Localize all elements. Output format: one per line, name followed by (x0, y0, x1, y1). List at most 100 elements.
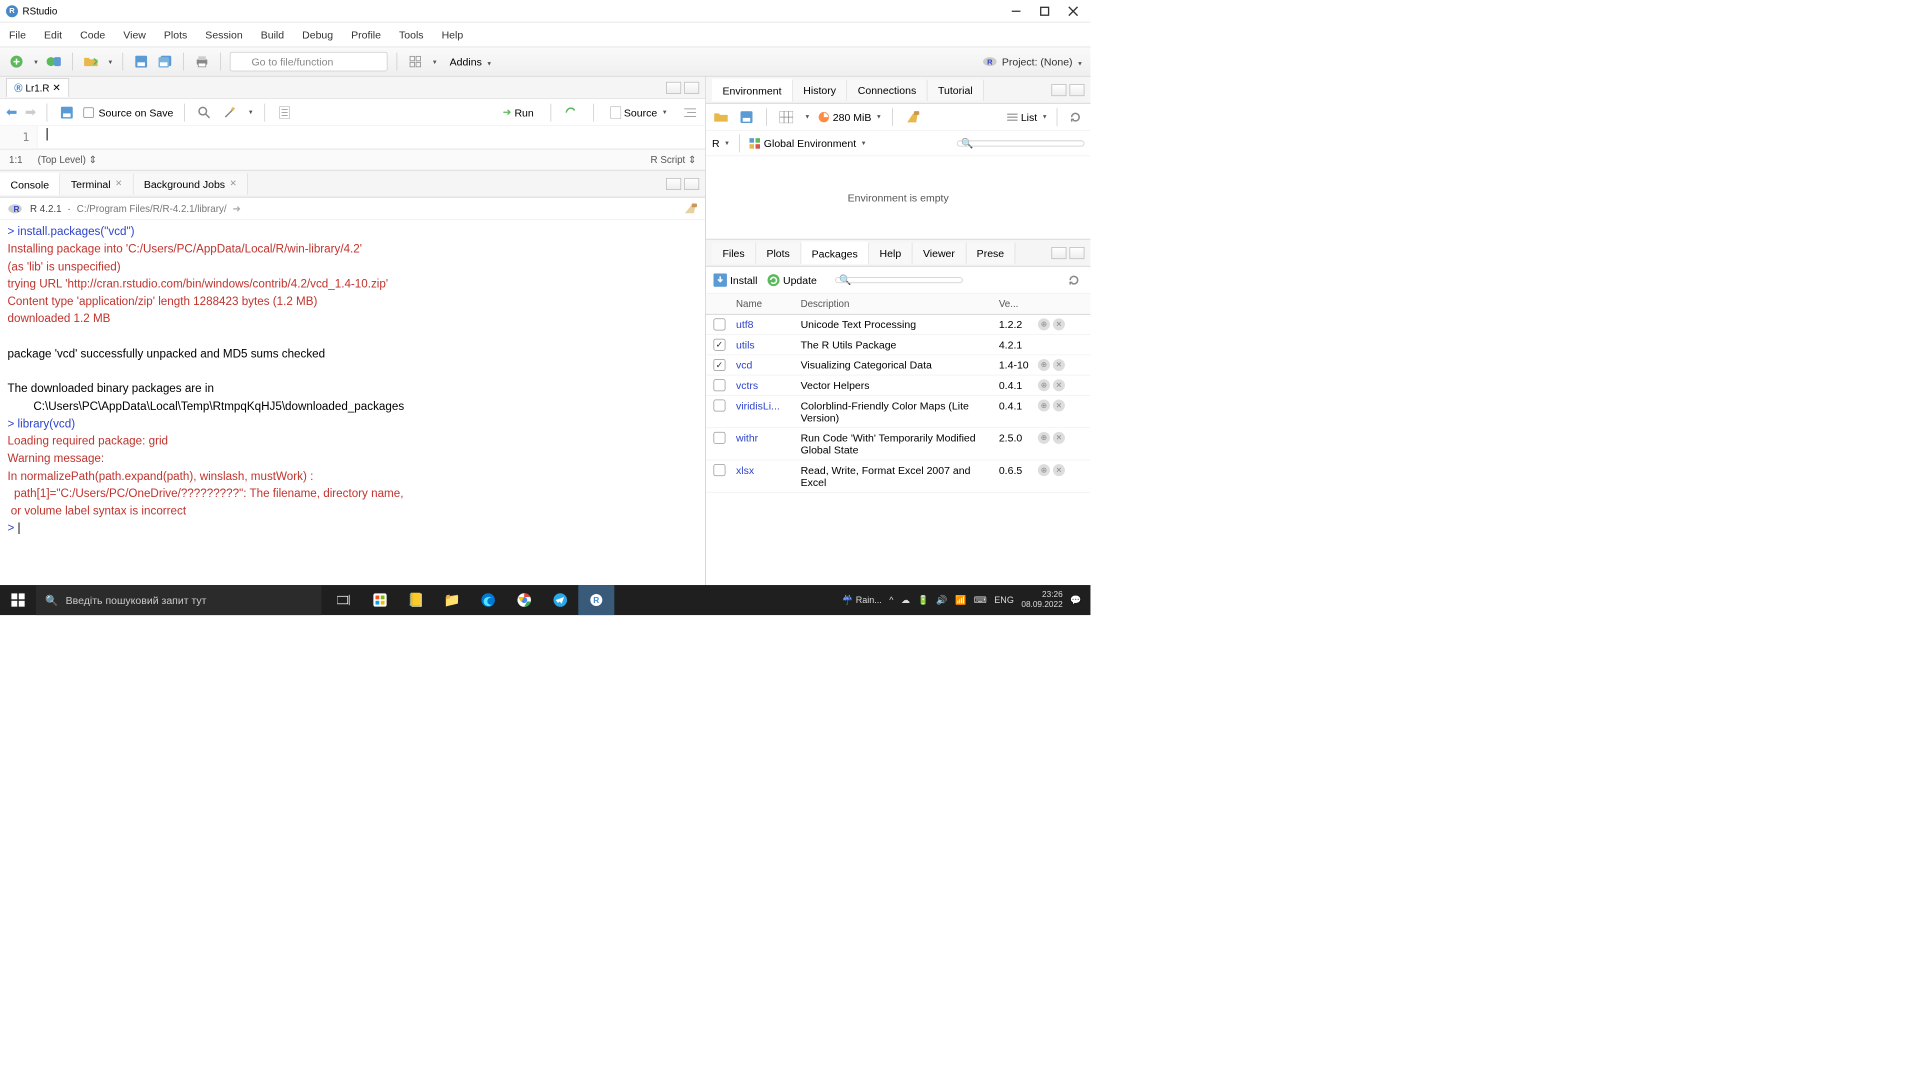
col-header-desc[interactable]: Description (798, 298, 999, 309)
new-project-icon[interactable] (45, 53, 63, 71)
source-on-save-checkbox[interactable]: Source on Save (84, 106, 174, 118)
menu-debug[interactable]: Debug (302, 29, 333, 41)
show-file-icon[interactable] (58, 103, 76, 121)
magic-wand-icon[interactable] (221, 103, 239, 121)
task-view-icon[interactable] (326, 585, 362, 615)
environment-search[interactable]: 🔍 (957, 140, 1085, 146)
tab-connections[interactable]: Connections (847, 79, 927, 100)
package-name-link[interactable]: utf8 (736, 318, 754, 330)
tab-terminal[interactable]: Terminal ✕ (60, 173, 133, 194)
file-explorer-icon[interactable]: 📁 (434, 585, 470, 615)
dropdown-icon[interactable]: ▼ (33, 58, 39, 65)
package-web-icon[interactable]: ⊕ (1038, 464, 1050, 476)
dropdown-icon[interactable]: ▼ (804, 113, 810, 120)
refresh-icon[interactable] (1066, 108, 1084, 126)
maximize-pane-button[interactable] (684, 81, 699, 93)
menu-build[interactable]: Build (261, 29, 284, 41)
language-selector[interactable]: R ▼ (712, 137, 730, 149)
maximize-pane-button[interactable] (1069, 84, 1084, 96)
close-tab-icon[interactable]: ✕ (52, 82, 60, 94)
run-button[interactable]: ➜Run (498, 104, 538, 120)
package-remove-icon[interactable]: ✕ (1053, 359, 1065, 371)
forward-arrow-icon[interactable]: ➡ (25, 104, 36, 120)
start-button[interactable] (0, 593, 36, 607)
minimize-pane-button[interactable] (666, 178, 681, 190)
packages-search[interactable]: 🔍 (835, 277, 963, 283)
package-remove-icon[interactable]: ✕ (1053, 318, 1065, 330)
microsoft-store-icon[interactable] (362, 585, 398, 615)
view-mode-selector[interactable]: List ▼ (1007, 111, 1047, 123)
language-mode[interactable]: R Script ⇕ (651, 154, 697, 166)
code-editor[interactable]: 1 | (0, 126, 705, 149)
outline-icon[interactable] (681, 103, 699, 121)
menu-edit[interactable]: Edit (44, 29, 62, 41)
clock[interactable]: 23:26 08.09.2022 (1021, 590, 1062, 610)
notebook-icon[interactable] (275, 103, 293, 121)
tab-console[interactable]: Console (0, 172, 60, 195)
file-tab[interactable]: Ⓡ Lr1.R ✕ (6, 78, 69, 97)
grid-view-icon[interactable] (406, 53, 424, 71)
edge-icon[interactable] (470, 585, 506, 615)
onedrive-icon[interactable]: ☁ (901, 595, 910, 606)
chevron-up-icon[interactable]: ^ (889, 595, 893, 606)
tab-environment[interactable]: Environment (712, 78, 793, 101)
save-icon[interactable] (132, 53, 150, 71)
save-all-icon[interactable] (156, 53, 174, 71)
package-web-icon[interactable]: ⊕ (1038, 432, 1050, 444)
rerun-icon[interactable] (563, 103, 581, 121)
working-dir[interactable]: C:/Program Files/R/R-4.2.1/library/ (77, 203, 227, 214)
menu-view[interactable]: View (123, 29, 146, 41)
open-folder-icon[interactable] (82, 53, 100, 71)
package-web-icon[interactable]: ⊕ (1038, 359, 1050, 371)
package-checkbox[interactable] (713, 318, 725, 330)
environment-scope[interactable]: Global Environment ▼ (749, 137, 867, 149)
tab-tutorial[interactable]: Tutorial (927, 79, 983, 100)
memory-usage[interactable]: 280 MiB ▼ (818, 111, 882, 123)
package-checkbox[interactable] (713, 379, 725, 391)
package-checkbox[interactable] (713, 400, 725, 412)
package-web-icon[interactable]: ⊕ (1038, 400, 1050, 412)
maximize-pane-button[interactable] (684, 178, 699, 190)
maximize-button[interactable] (1039, 6, 1050, 17)
package-checkbox[interactable] (713, 339, 725, 351)
volume-icon[interactable]: 🔊 (936, 595, 947, 606)
menu-tools[interactable]: Tools (399, 29, 424, 41)
menu-plots[interactable]: Plots (164, 29, 187, 41)
install-packages-button[interactable]: Install (713, 273, 757, 287)
source-button[interactable]: Source ▼ (606, 105, 672, 120)
keyboard-icon[interactable]: ⌨ (974, 595, 987, 606)
menu-session[interactable]: Session (205, 29, 242, 41)
package-name-link[interactable]: utils (736, 339, 755, 351)
clear-console-icon[interactable] (683, 202, 698, 214)
package-web-icon[interactable]: ⊕ (1038, 318, 1050, 330)
minimize-pane-button[interactable] (666, 81, 681, 93)
dropdown-icon[interactable]: ▼ (432, 58, 438, 65)
package-remove-icon[interactable]: ✕ (1053, 379, 1065, 391)
new-file-icon[interactable] (8, 53, 26, 71)
tab-files[interactable]: Files (712, 242, 756, 263)
tab-background-jobs[interactable]: Background Jobs ✕ (133, 173, 247, 194)
taskbar-search[interactable]: 🔍 Введіть пошуковий запит тут (36, 585, 321, 615)
col-header-version[interactable]: Ve... (999, 298, 1038, 309)
tab-prese[interactable]: Prese (966, 242, 1015, 263)
rstudio-taskbar-icon[interactable]: R (578, 585, 614, 615)
tab-plots[interactable]: Plots (756, 242, 801, 263)
package-name-link[interactable]: xlsx (736, 464, 754, 476)
save-workspace-icon[interactable] (737, 108, 755, 126)
back-arrow-icon[interactable]: ⬅ (6, 104, 17, 120)
battery-icon[interactable]: 🔋 (918, 595, 929, 606)
close-button[interactable] (1068, 6, 1079, 17)
minimize-pane-button[interactable] (1051, 84, 1066, 96)
package-checkbox[interactable] (713, 464, 725, 476)
package-name-link[interactable]: viridisLi... (736, 400, 780, 412)
tab-packages[interactable]: Packages (801, 241, 869, 264)
dropdown-icon[interactable]: ▼ (107, 58, 113, 65)
package-checkbox[interactable] (713, 359, 725, 371)
menu-code[interactable]: Code (80, 29, 105, 41)
tab-history[interactable]: History (793, 79, 847, 100)
col-header-name[interactable]: Name (733, 298, 798, 309)
package-remove-icon[interactable]: ✕ (1053, 400, 1065, 412)
language-indicator[interactable]: ENG (994, 595, 1014, 606)
menu-help[interactable]: Help (442, 29, 464, 41)
telegram-icon[interactable] (542, 585, 578, 615)
